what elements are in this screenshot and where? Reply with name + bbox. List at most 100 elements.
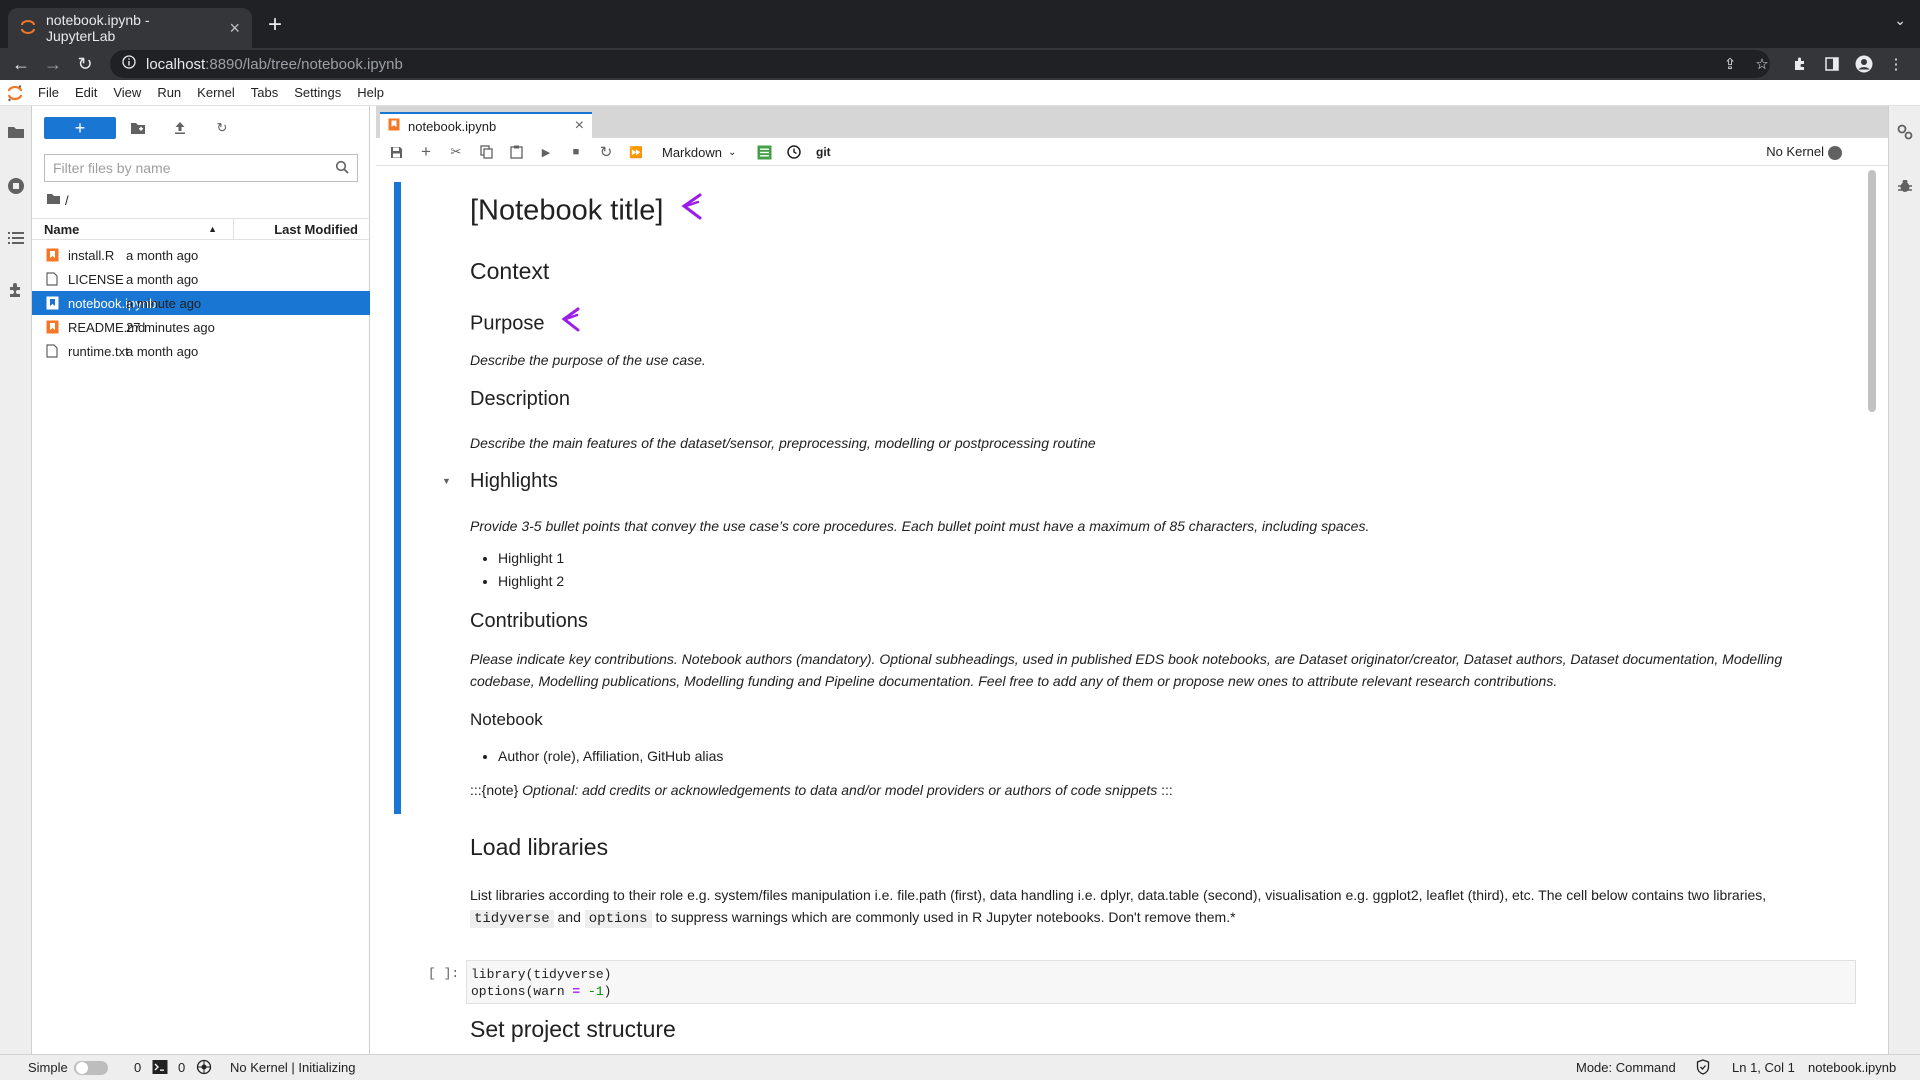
file-icon	[44, 343, 60, 359]
breadcrumb: /	[46, 190, 69, 210]
menu-help[interactable]: Help	[349, 80, 392, 106]
file-list-header: Name ▲ Last Modified	[32, 218, 370, 240]
authors-list: Author (role), Affiliation, GitHub alias	[498, 745, 723, 768]
breadcrumb-root[interactable]: /	[65, 193, 69, 208]
file-row-readme-md[interactable]: README.md 27 minutes ago	[32, 315, 370, 339]
note-prefix: :::{note}	[470, 782, 519, 798]
clock-icon[interactable]	[784, 142, 804, 162]
menu-kernel[interactable]: Kernel	[189, 80, 243, 106]
share-icon[interactable]: ⇪	[1718, 52, 1742, 76]
table-of-contents-icon[interactable]	[4, 226, 28, 250]
main-area: notebook.ipynb × + ✂ ▶ ■ ↻ ⏩ Markdown ⌄ …	[376, 106, 1888, 1054]
browser-tab[interactable]: notebook.ipynb - JupyterLab ×	[8, 8, 252, 48]
file-row-license[interactable]: LICENSE a month ago	[32, 267, 370, 291]
file-list: install.R a month ago LICENSE a month ag…	[32, 243, 370, 363]
browser-toolbar: ← → ↻ localhost:8890/lab/tree/notebook.i…	[0, 48, 1920, 80]
menu-view[interactable]: View	[105, 80, 149, 106]
menu-run[interactable]: Run	[149, 80, 189, 106]
inline-code: options	[584, 910, 652, 928]
upload-icon[interactable]	[170, 118, 190, 138]
terminal-count[interactable]: 0	[134, 1060, 141, 1075]
kernel-name[interactable]: No Kernel	[1766, 144, 1824, 159]
reload-icon[interactable]: ↻	[72, 51, 98, 77]
menu-tabs[interactable]: Tabs	[243, 80, 286, 106]
extension-manager-icon[interactable]	[4, 278, 28, 302]
cut-icon[interactable]: ✂	[446, 142, 466, 162]
info-icon[interactable]	[122, 55, 136, 73]
code-cell[interactable]: library(tidyverse) options(warn = -1)	[466, 960, 1856, 1004]
restart-icon[interactable]: ↻	[596, 142, 616, 162]
bookmark-star-icon[interactable]: ☆	[1750, 52, 1774, 76]
new-folder-icon[interactable]	[128, 118, 148, 138]
save-icon[interactable]	[386, 142, 406, 162]
heading-description: Description	[470, 388, 571, 410]
side-panel-icon[interactable]	[1820, 52, 1844, 76]
file-browser-toolbar: + ↻	[32, 106, 370, 150]
debugger-icon[interactable]	[1893, 174, 1917, 198]
filter-files-input[interactable]	[53, 160, 335, 176]
column-name-header[interactable]: Name ▲	[32, 219, 234, 239]
git-button[interactable]: git	[816, 142, 831, 162]
file-name: notebook.ipynb	[68, 295, 157, 311]
copy-icon[interactable]	[476, 142, 496, 162]
menu-settings[interactable]: Settings	[286, 80, 349, 106]
file-row-notebook-ipynb[interactable]: notebook.ipynb a minute ago	[32, 291, 370, 315]
close-tab-icon[interactable]: ×	[229, 18, 240, 39]
add-cell-icon[interactable]: +	[416, 142, 436, 162]
purpose-text: Describe the purpose of the use case.	[470, 352, 706, 368]
file-modified: a month ago	[126, 247, 199, 263]
back-icon[interactable]: ←	[8, 51, 34, 77]
kernel-count[interactable]: 0	[178, 1060, 185, 1075]
menu-file[interactable]: File	[30, 80, 67, 106]
address-bar[interactable]: localhost:8890/lab/tree/notebook.ipynb	[110, 50, 1770, 78]
browser-menu-icon[interactable]: ⋮	[1884, 52, 1908, 76]
close-icon[interactable]: ×	[575, 117, 584, 135]
libraries-text-part: to suppress warnings which are commonly …	[655, 909, 1236, 925]
scrollbar[interactable]	[1868, 170, 1876, 412]
cell-type-select[interactable]: Markdown ⌄	[662, 142, 736, 162]
fast-forward-icon[interactable]: ⏩	[626, 142, 646, 162]
kernel-status[interactable]: No Kernel | Initializing	[230, 1060, 356, 1075]
simple-mode-toggle[interactable]	[74, 1061, 108, 1075]
heading-notebook: Notebook	[470, 710, 543, 729]
heading-set-project: Set project structure	[470, 1016, 676, 1042]
extensions-icon[interactable]	[1788, 52, 1812, 76]
notebook-content[interactable]: ▼ [Notebook title] Context Purpose Descr…	[376, 166, 1888, 1054]
active-cell-indicator[interactable]	[394, 182, 401, 814]
spreadsheet-icon[interactable]	[754, 142, 774, 162]
tab-label: notebook.ipynb	[408, 118, 497, 134]
file-name: LICENSE	[68, 271, 124, 287]
stop-icon[interactable]: ■	[566, 142, 586, 162]
property-inspector-icon[interactable]	[1893, 120, 1917, 144]
code-operator: =	[572, 984, 581, 999]
breadcrumb-folder-icon[interactable]	[46, 193, 61, 208]
column-modified-header[interactable]: Last Modified	[234, 219, 370, 239]
heading-contributions: Contributions	[470, 610, 588, 632]
chevron-down-icon[interactable]: ⌄	[1894, 12, 1906, 29]
trust-shield-icon[interactable]	[1696, 1059, 1710, 1078]
cursor-position[interactable]: Ln 1, Col 1	[1732, 1060, 1795, 1075]
file-row-install-r[interactable]: install.R a month ago	[32, 243, 370, 267]
new-launcher-button[interactable]: +	[44, 117, 116, 139]
new-tab-icon[interactable]: +	[260, 10, 290, 40]
tab-notebook[interactable]: notebook.ipynb ×	[380, 112, 592, 138]
refresh-icon[interactable]: ↻	[212, 118, 232, 138]
highlights-text: Provide 3-5 bullet points that convey th…	[470, 518, 1370, 534]
run-icon[interactable]: ▶	[536, 142, 556, 162]
libraries-text: List libraries according to their role e…	[470, 884, 1840, 930]
file-name: runtime.txt	[68, 343, 129, 359]
collapse-caret-icon[interactable]: ▼	[442, 476, 451, 486]
filter-files-field[interactable]	[44, 154, 358, 182]
notebook-title-text: [Notebook title]	[470, 194, 664, 227]
annotation-mark-icon	[680, 192, 704, 232]
notebook-mode: Mode: Command	[1576, 1060, 1676, 1075]
paste-icon[interactable]	[506, 142, 526, 162]
libraries-text-part: and	[557, 909, 581, 925]
profile-icon[interactable]	[1852, 52, 1876, 76]
file-row-runtime-txt[interactable]: runtime.txt a month ago	[32, 339, 370, 363]
forward-icon[interactable]: →	[40, 51, 66, 77]
folder-icon[interactable]	[4, 120, 28, 144]
running-sessions-icon[interactable]	[4, 174, 28, 198]
menu-edit[interactable]: Edit	[67, 80, 105, 106]
code-line: options(warn = -1)	[471, 983, 1851, 1000]
